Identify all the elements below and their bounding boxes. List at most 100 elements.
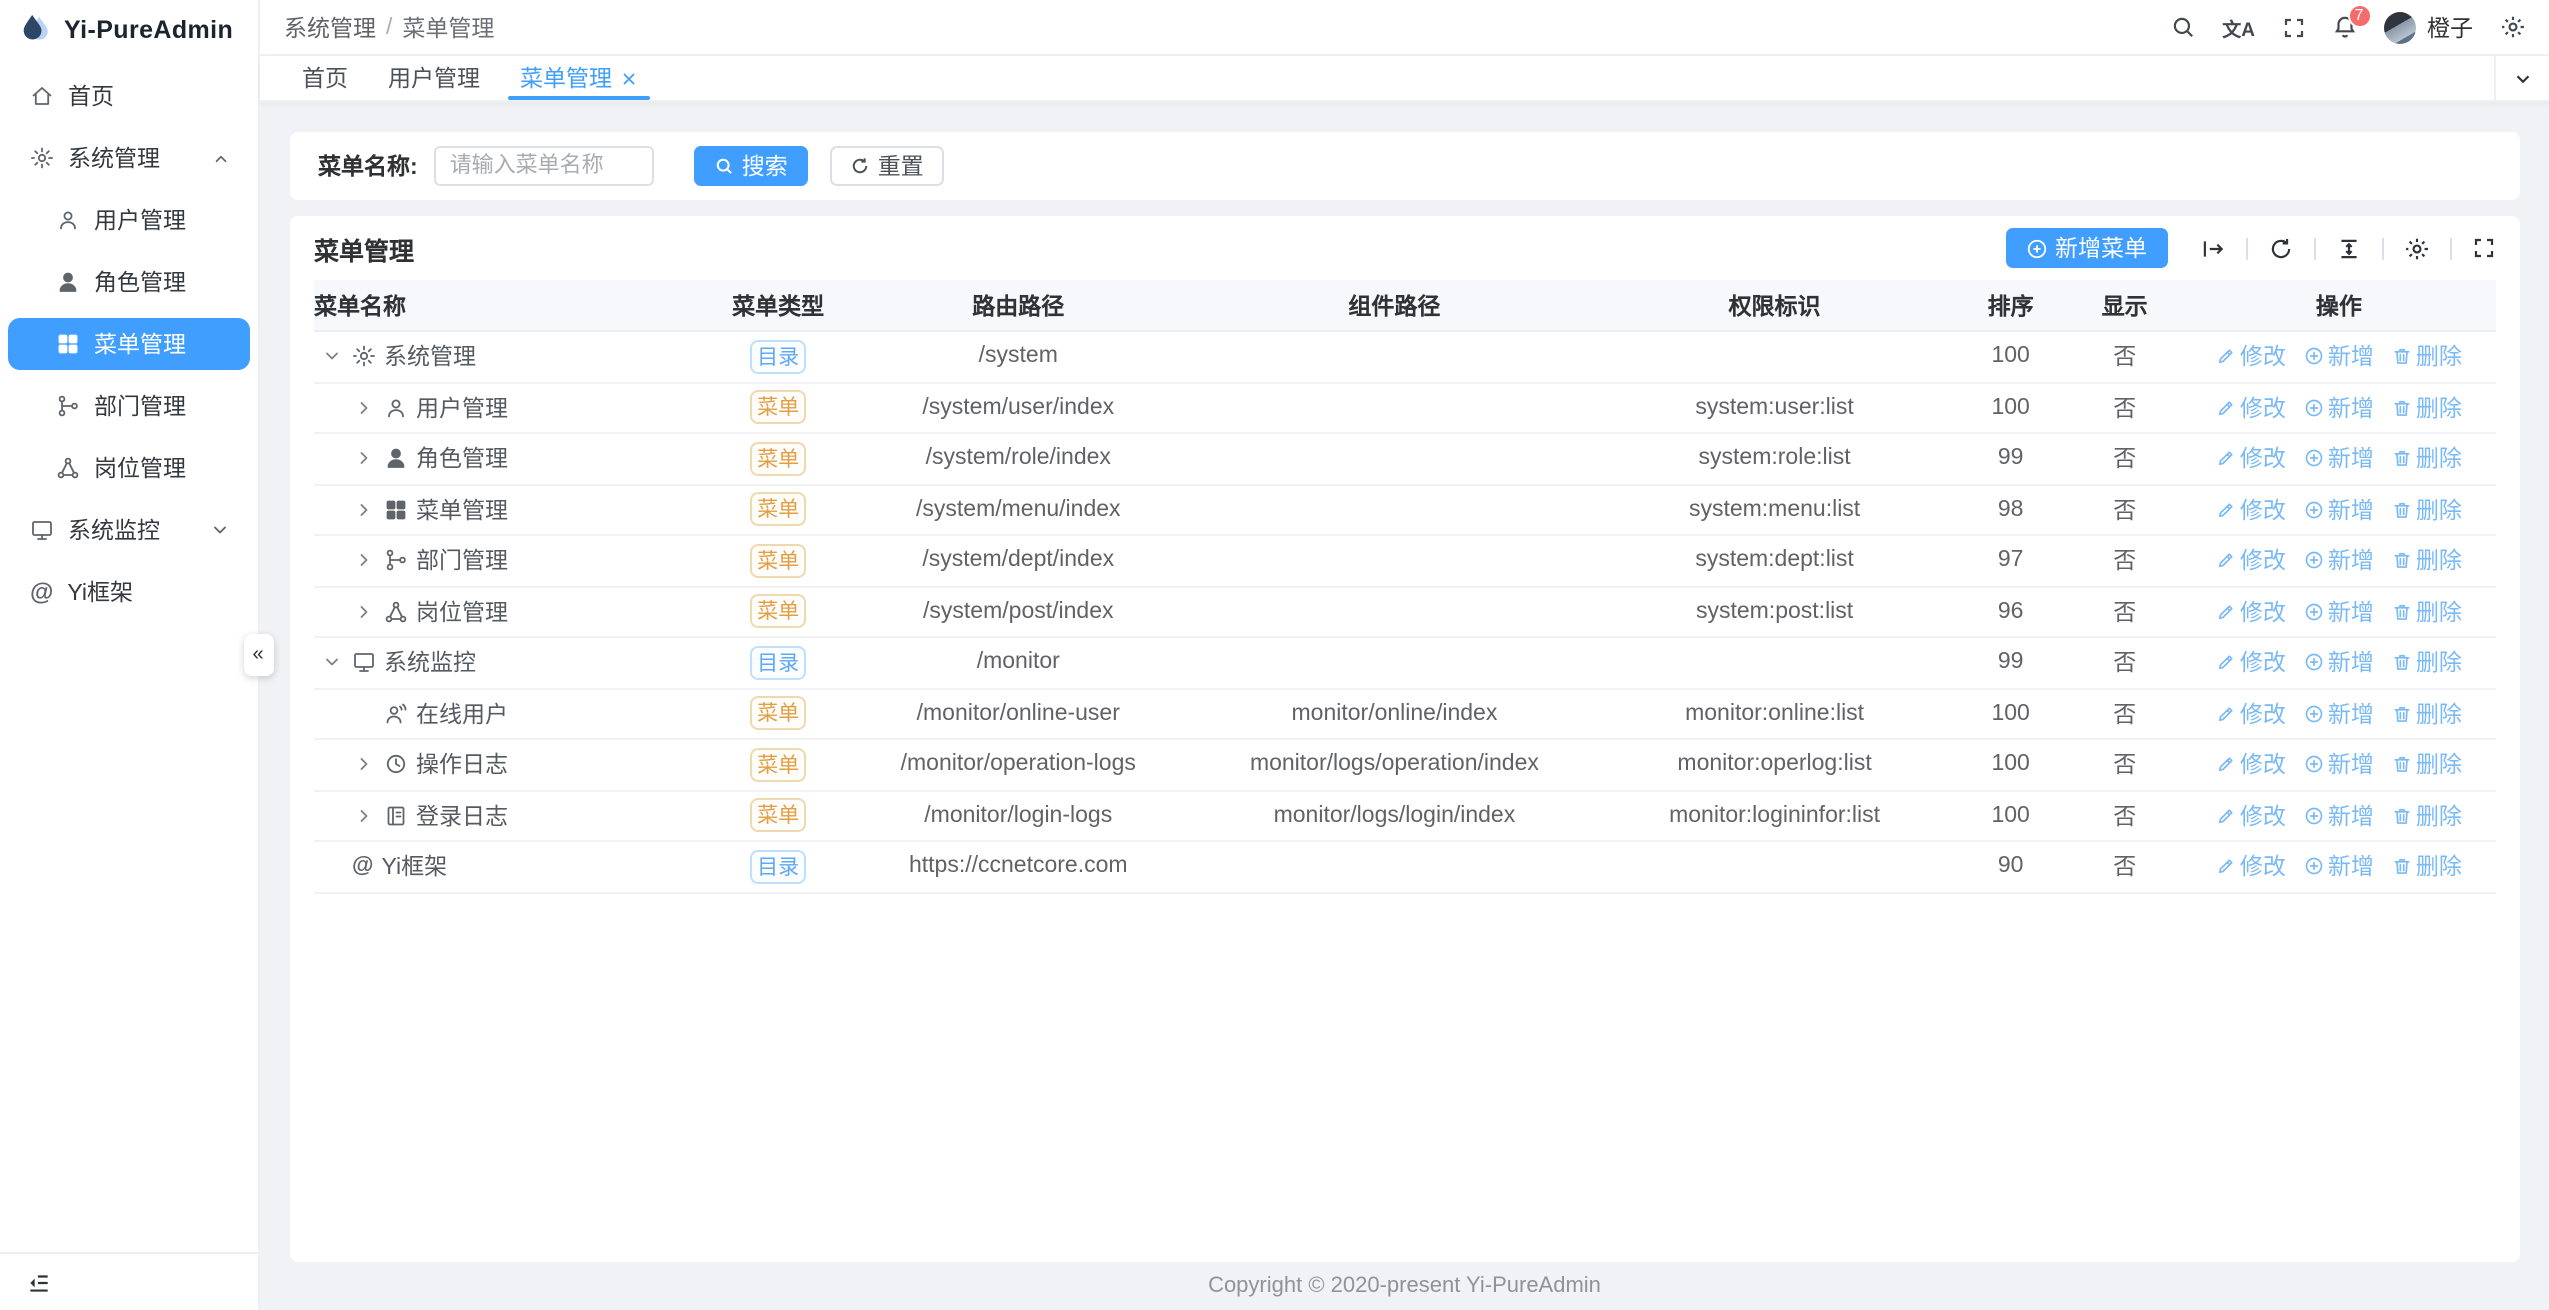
search-icon[interactable]	[2170, 14, 2196, 40]
del-row-button[interactable]: 删除	[2392, 494, 2462, 526]
add-row-button[interactable]: 新增	[2304, 392, 2374, 424]
settings-gear-icon[interactable]	[2499, 14, 2525, 40]
add-row-button[interactable]: 新增	[2304, 341, 2374, 373]
cell-menu-type: 菜单	[714, 433, 842, 484]
row-expand-icon[interactable]	[354, 755, 376, 775]
edit-row-button[interactable]: 修改	[2216, 800, 2286, 832]
add-row-button[interactable]: 新增	[2304, 494, 2374, 526]
export-icon[interactable]	[2199, 235, 2225, 261]
sidebar-item-grid[interactable]: 菜单管理	[8, 318, 250, 370]
del-row-button[interactable]: 删除	[2392, 545, 2462, 577]
sidebar-collapse-pill[interactable]: «	[243, 634, 273, 676]
menu-name-text: 操作日志	[416, 749, 508, 781]
edit-pencil-icon	[2216, 398, 2236, 418]
cell-sort: 100	[1955, 790, 2067, 841]
sidebar-item-post[interactable]: 岗位管理	[8, 442, 250, 494]
row-expand-icon[interactable]	[322, 347, 344, 367]
tab-1[interactable]: 首页	[282, 56, 368, 100]
home-icon	[30, 84, 54, 108]
del-row-button[interactable]: 删除	[2392, 698, 2462, 730]
add-row-button[interactable]: 新增	[2304, 851, 2374, 883]
add-row-button[interactable]: 新增	[2304, 800, 2374, 832]
del-row-button[interactable]: 删除	[2392, 596, 2462, 628]
add-row-button[interactable]: 新增	[2304, 545, 2374, 577]
fullscreen-icon[interactable]	[2281, 15, 2305, 39]
cell-component-path	[1194, 433, 1594, 484]
del-row-button[interactable]: 删除	[2392, 647, 2462, 679]
cell-menu-type: 目录	[714, 637, 842, 688]
breadcrumb-item-first[interactable]: 系统管理	[284, 11, 376, 43]
sidebar-item-dept[interactable]: 部门管理	[8, 380, 250, 432]
del-row-button[interactable]: 删除	[2392, 443, 2462, 475]
cell-route-path: https://ccnetcore.com	[842, 841, 1194, 892]
edit-row-button[interactable]: 修改	[2216, 647, 2286, 679]
reset-button[interactable]: 重置	[830, 146, 944, 186]
del-row-button[interactable]: 删除	[2392, 749, 2462, 781]
add-row-button[interactable]: 新增	[2304, 647, 2374, 679]
chevron-up-icon	[212, 149, 230, 167]
edit-row-button-label: 修改	[2240, 647, 2286, 679]
row-expand-icon[interactable]	[354, 449, 376, 469]
add-row-button[interactable]: 新增	[2304, 443, 2374, 475]
sidebar-item-monitor[interactable]: 系统监控	[8, 504, 250, 556]
cell-menu-name: 在线用户	[314, 688, 714, 739]
row-expand-icon[interactable]	[354, 551, 376, 571]
table-fullscreen-icon[interactable]	[2471, 236, 2495, 260]
add-row-button[interactable]: 新增	[2304, 596, 2374, 628]
cell-visible: 否	[2067, 586, 2183, 637]
edit-row-button[interactable]: 修改	[2216, 851, 2286, 883]
logo[interactable]: Yi-PureAdmin	[0, 0, 258, 58]
tab-3[interactable]: 菜单管理	[500, 56, 658, 100]
tab-close-icon[interactable]	[620, 69, 638, 87]
edit-row-button[interactable]: 修改	[2216, 392, 2286, 424]
edit-row-button[interactable]: 修改	[2216, 698, 2286, 730]
edit-row-button[interactable]: 修改	[2216, 545, 2286, 577]
row-expand-icon[interactable]	[354, 806, 376, 826]
edit-row-button[interactable]: 修改	[2216, 494, 2286, 526]
del-row-button-label: 删除	[2416, 494, 2462, 526]
del-row-button[interactable]: 删除	[2392, 800, 2462, 832]
menu-name-input[interactable]	[434, 146, 654, 186]
row-expand-icon[interactable]	[322, 653, 344, 673]
add-menu-button[interactable]: 新增菜单	[2005, 228, 2167, 268]
add-row-button-label: 新增	[2328, 341, 2374, 373]
refresh-table-icon[interactable]	[2267, 235, 2293, 261]
cell-component-path	[1194, 382, 1594, 433]
collapse-sidebar-icon[interactable]	[26, 1269, 52, 1295]
toolbar-divider	[2245, 237, 2247, 259]
cell-route-path: /system/dept/index	[842, 535, 1194, 586]
tab-2[interactable]: 用户管理	[368, 56, 500, 100]
row-expand-icon[interactable]	[354, 398, 376, 418]
tab-more-button[interactable]	[2493, 56, 2549, 100]
sidebar-item-at[interactable]: @Yi框架	[8, 566, 250, 618]
avatar[interactable]	[2383, 11, 2415, 43]
sidebar-item-user[interactable]: 用户管理	[8, 194, 250, 246]
add-row-button-label: 新增	[2328, 494, 2374, 526]
cell-route-path: /monitor/login-logs	[842, 790, 1194, 841]
del-row-button[interactable]: 删除	[2392, 341, 2462, 373]
cell-component-path	[1194, 484, 1594, 535]
edit-row-button[interactable]: 修改	[2216, 341, 2286, 373]
add-row-button[interactable]: 新增	[2304, 749, 2374, 781]
table-row: 登录日志菜单/monitor/login-logsmonitor/logs/lo…	[314, 790, 2495, 841]
del-row-button[interactable]: 删除	[2392, 851, 2462, 883]
user-name[interactable]: 橙子	[2427, 11, 2473, 43]
edit-row-button[interactable]: 修改	[2216, 749, 2286, 781]
del-row-button[interactable]: 删除	[2392, 392, 2462, 424]
translate-icon[interactable]: 文A	[2222, 13, 2255, 41]
row-expand-icon[interactable]	[354, 500, 376, 520]
edit-row-button[interactable]: 修改	[2216, 596, 2286, 628]
row-density-icon[interactable]	[2335, 235, 2361, 261]
sidebar-item-home[interactable]: 首页	[8, 70, 250, 122]
sidebar-item-gear[interactable]: 系统管理	[8, 132, 250, 184]
add-row-button[interactable]: 新增	[2304, 698, 2374, 730]
bell-icon[interactable]: 7	[2331, 14, 2357, 40]
edit-row-button[interactable]: 修改	[2216, 443, 2286, 475]
column-settings-icon[interactable]	[2403, 235, 2429, 261]
search-button[interactable]: 搜索	[694, 146, 808, 186]
sidebar-item-user-solid[interactable]: 角色管理	[8, 256, 250, 308]
row-expand-icon[interactable]	[354, 602, 376, 622]
user-icon	[56, 208, 80, 232]
cell-route-path: /system/post/index	[842, 586, 1194, 637]
sidebar-item-label: 岗位管理	[94, 452, 186, 484]
